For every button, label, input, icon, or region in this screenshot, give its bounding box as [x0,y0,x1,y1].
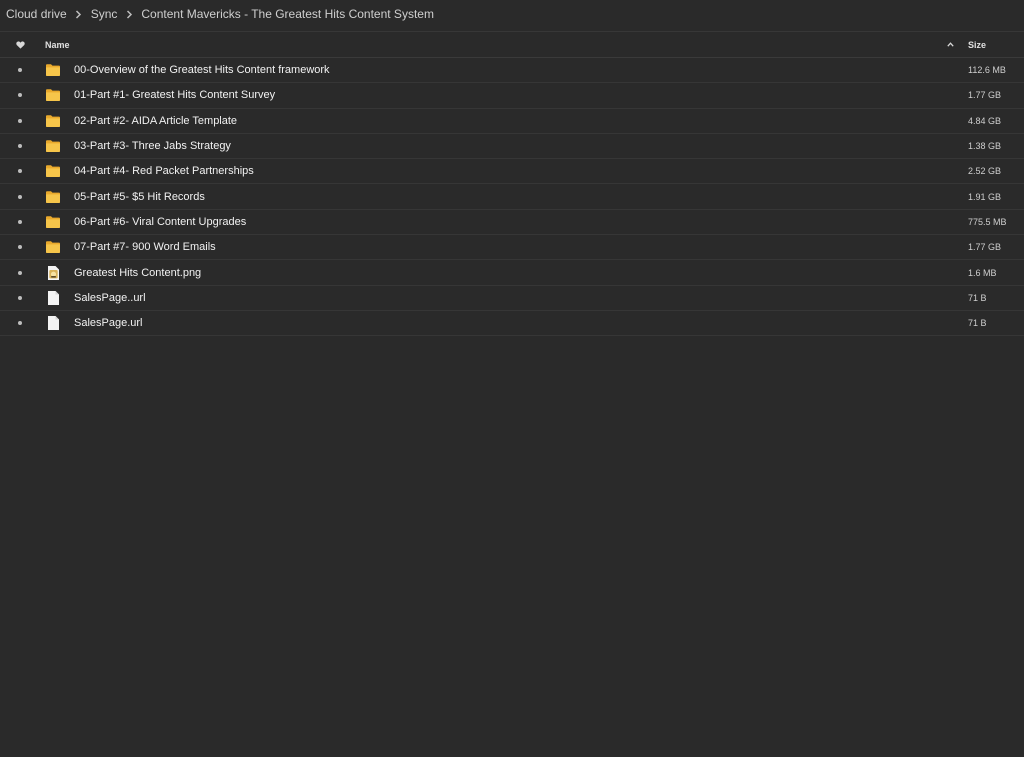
file-table: Name Size 00-Overview of the Greatest Hi… [0,32,1024,337]
favorite-toggle[interactable] [0,270,40,275]
dot-icon [18,245,22,250]
dot-icon [18,118,22,123]
folder-icon [40,138,71,154]
file-name[interactable]: 00-Overview of the Greatest Hits Content… [71,64,966,76]
favorite-toggle[interactable] [0,68,40,73]
file-name[interactable]: 04-Part #4- Red Packet Partnerships [71,165,966,177]
breadcrumb-item-sync[interactable]: Sync [91,7,118,21]
dot-icon [18,295,22,300]
file-size: 1.6 MB [968,267,997,278]
table-row-folder[interactable]: 01-Part #1- Greatest Hits Content Survey… [0,83,1024,109]
file-size: 4.84 GB [968,115,1002,126]
file-size: 775.5 MB [968,216,1007,227]
table-row-file[interactable]: SalesPage..url 71 B [0,286,1024,311]
table-row-folder[interactable]: 06-Part #6- Viral Content Upgrades 775.5 … [0,210,1024,236]
dot-icon [18,144,22,149]
file-name[interactable]: 02-Part #2- AIDA Article Template [71,115,966,127]
document-icon [40,315,71,331]
favorite-toggle[interactable] [0,194,40,199]
favorite-toggle[interactable] [0,144,40,149]
file-size: 1.77 GB [968,242,1002,253]
chevron-up-icon[interactable] [940,42,960,47]
file-size: 1.77 GB [968,90,1002,101]
table-row-folder[interactable]: 04-Part #4- Red Packet Partnerships 2.52 … [0,159,1024,185]
chevron-right-icon [121,9,137,19]
favorite-toggle[interactable] [0,118,40,123]
folder-icon [40,87,71,103]
folder-icon [40,189,71,205]
table-row-file[interactable]: Greatest Hits Content.png 1.6 MB [0,260,1024,286]
table-row-folder[interactable]: 03-Part #3- Three Jabs Strategy 1.38 GB [0,134,1024,160]
size-column-header[interactable]: Size [966,40,1024,50]
folder-icon [40,214,71,230]
dot-icon [18,219,22,224]
file-name[interactable]: 03-Part #3- Three Jabs Strategy [71,140,966,152]
dot-icon [18,169,22,174]
file-name[interactable]: SalesPage.url [71,317,966,329]
folder-icon [40,62,71,78]
file-size: 1.91 GB [968,191,1002,202]
table-row-file[interactable]: SalesPage.url 71 B [0,311,1024,337]
breadcrumb-item-cloud-drive[interactable]: Cloud drive [6,7,67,21]
favorite-toggle[interactable] [0,295,40,300]
image-file-icon [40,265,71,281]
file-name[interactable]: 05-Part #5- $5 Hit Records [71,191,966,203]
name-column-header[interactable]: Name [40,40,940,50]
breadcrumb: Cloud drive Sync Content Mavericks - The… [0,0,434,28]
favorite-toggle[interactable] [0,169,40,174]
chevron-right-icon [71,9,87,19]
file-name[interactable]: SalesPage..url [71,292,966,304]
dot-icon [18,68,22,73]
favorite-toggle[interactable] [0,93,40,98]
file-name[interactable]: 07-Part #7- 900 Word Emails [71,241,966,253]
file-name[interactable]: 06-Part #6- Viral Content Upgrades [71,216,966,228]
dot-icon [18,321,22,326]
file-name[interactable]: 01-Part #1- Greatest Hits Content Survey [71,89,966,101]
table-row-folder[interactable]: 00-Overview of the Greatest Hits Content… [0,58,1024,84]
folder-icon [40,239,71,255]
dot-icon [18,93,22,98]
file-size: 71 B [968,292,987,303]
folder-icon [40,163,71,179]
favorite-toggle[interactable] [0,245,40,250]
favorite-toggle[interactable] [0,321,40,326]
table-row-folder[interactable]: 02-Part #2- AIDA Article Template 4.84 GB [0,109,1024,134]
folder-icon [40,113,71,129]
file-list: 00-Overview of the Greatest Hits Content… [0,58,1024,337]
table-header: Name Size [0,32,1024,58]
breadcrumb-item-current-folder[interactable]: Content Mavericks - The Greatest Hits Co… [141,7,434,21]
table-row-folder[interactable]: 05-Part #5- $5 Hit Records 1.91 GB [0,184,1024,210]
file-name[interactable]: Greatest Hits Content.png [71,267,966,279]
document-icon [40,290,71,306]
favorite-column-header[interactable] [0,40,40,49]
heart-icon [15,40,25,49]
file-size: 2.52 GB [968,166,1002,177]
dot-icon [18,194,22,199]
dot-icon [18,270,22,275]
file-size: 1.38 GB [968,141,1002,152]
file-size: 71 B [968,318,987,329]
favorite-toggle[interactable] [0,219,40,224]
table-row-folder[interactable]: 07-Part #7- 900 Word Emails 1.77 GB [0,235,1024,261]
file-size: 112.6 MB [968,65,1006,76]
